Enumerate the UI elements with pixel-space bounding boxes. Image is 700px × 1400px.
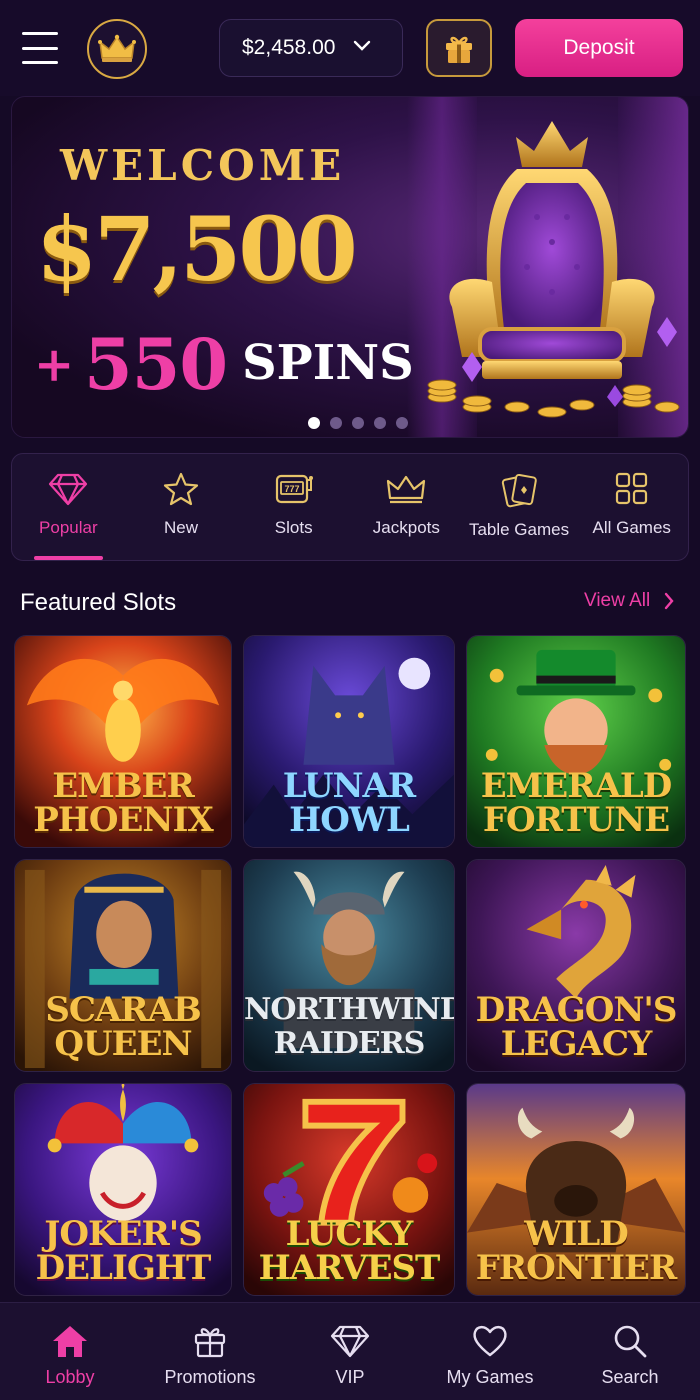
game-title: DRAGON'S LEGACY bbox=[475, 990, 678, 1064]
tab-label: Jackpots bbox=[372, 518, 440, 537]
search-icon bbox=[614, 1325, 647, 1358]
banner-welcome-text: WELCOME bbox=[60, 141, 346, 190]
tab-label: New bbox=[164, 518, 199, 537]
tab-slots[interactable]: 777 Slots bbox=[237, 454, 350, 560]
banner-spins-word: SPINS bbox=[242, 335, 414, 391]
nav-promotions[interactable]: Promotions bbox=[140, 1303, 280, 1400]
chevron-right-icon bbox=[664, 592, 674, 610]
game-title: LUNAR HOWL bbox=[282, 766, 416, 840]
grid-icon bbox=[615, 472, 647, 505]
game-title: NORTHWIND RAIDERS bbox=[244, 992, 455, 1061]
game-tile-wild-frontier[interactable]: WILD FRONTIER bbox=[466, 1083, 686, 1296]
bottom-navigation: Lobby Promotions VIP My Games Search bbox=[0, 1302, 700, 1400]
category-tabs: Popular New 777 Slots Jackpots Table Gam… bbox=[11, 453, 689, 561]
svg-text:777: 777 bbox=[284, 484, 299, 494]
carousel-dot[interactable] bbox=[352, 417, 364, 429]
gift-button[interactable] bbox=[426, 19, 492, 77]
section-title: Featured Slots bbox=[20, 589, 177, 616]
carousel-dot[interactable] bbox=[308, 417, 320, 429]
game-tile-lucky-harvest[interactable]: LUCKY HARVEST bbox=[243, 1083, 455, 1296]
game-tile-dragons-legacy[interactable]: DRAGON'S LEGACY bbox=[466, 859, 686, 1072]
game-tile-jokers-delight[interactable]: JOKER'S DELIGHT bbox=[14, 1083, 232, 1296]
menu-icon[interactable] bbox=[22, 32, 58, 64]
game-tile-ember-phoenix[interactable]: EMBER PHOENIX bbox=[14, 635, 232, 848]
diamond-icon bbox=[330, 1325, 370, 1358]
nav-my-games[interactable]: My Games bbox=[420, 1303, 560, 1400]
nav-vip[interactable]: VIP bbox=[280, 1303, 420, 1400]
carousel-dot[interactable] bbox=[396, 417, 408, 429]
home-icon bbox=[53, 1326, 87, 1357]
tab-label: All Games bbox=[592, 518, 671, 537]
tab-label: Table Games bbox=[468, 520, 570, 539]
tab-jackpots[interactable]: Jackpots bbox=[350, 454, 463, 560]
banner-spins-count: 550 bbox=[84, 323, 228, 406]
game-tile-northwind-raiders[interactable]: NORTHWIND RAIDERS bbox=[243, 859, 455, 1072]
nav-label: VIP bbox=[335, 1367, 365, 1387]
featured-slots-grid: EMBER PHOENIX LUNAR HOWL EMERALD FORTUNE… bbox=[14, 635, 686, 1296]
nav-search[interactable]: Search bbox=[560, 1303, 700, 1400]
heart-icon bbox=[473, 1325, 507, 1357]
carousel-dot[interactable] bbox=[374, 417, 386, 429]
game-title: EMBER PHOENIX bbox=[33, 766, 214, 840]
balance-amount: $2,458.00 bbox=[242, 36, 336, 59]
game-tile-emerald-fortune[interactable]: EMERALD FORTUNE bbox=[466, 635, 686, 848]
nav-label: Lobby bbox=[45, 1367, 95, 1387]
cards-icon bbox=[501, 473, 537, 508]
crown-logo-icon[interactable] bbox=[87, 19, 147, 79]
game-title: WILD FRONTIER bbox=[475, 1214, 677, 1288]
balance-selector[interactable]: $2,458.00 bbox=[219, 19, 403, 77]
gift-icon bbox=[194, 1328, 226, 1358]
game-title: LUCKY HARVEST bbox=[258, 1214, 441, 1288]
star-icon bbox=[163, 472, 199, 506]
tab-table-games[interactable]: Table Games bbox=[463, 454, 576, 560]
throne-illustration bbox=[427, 121, 680, 418]
chevron-down-icon bbox=[353, 39, 371, 57]
game-tile-scarab-queen[interactable]: SCARAB QUEEN bbox=[14, 859, 232, 1072]
game-title: JOKER'S DELIGHT bbox=[35, 1214, 212, 1288]
tab-all-games[interactable]: All Games bbox=[575, 454, 688, 560]
carousel-indicators[interactable] bbox=[12, 417, 688, 429]
slot-machine-icon: 777 bbox=[275, 474, 313, 504]
view-all-label: View All bbox=[584, 590, 651, 611]
nav-label: My Games bbox=[446, 1367, 534, 1387]
gift-icon bbox=[446, 36, 472, 63]
nav-label: Promotions bbox=[164, 1367, 256, 1387]
crown-icon bbox=[387, 475, 426, 504]
tab-label: Slots bbox=[274, 518, 313, 537]
game-title: SCARAB QUEEN bbox=[45, 990, 201, 1064]
nav-lobby[interactable]: Lobby bbox=[0, 1303, 140, 1400]
banner-plus: + bbox=[34, 337, 75, 393]
tab-new[interactable]: New bbox=[125, 454, 238, 560]
carousel-dot[interactable] bbox=[330, 417, 342, 429]
top-header: $2,458.00 Deposit bbox=[0, 0, 700, 96]
welcome-bonus-banner[interactable]: WELCOME $7,500 + 550 SPINS bbox=[11, 96, 689, 438]
banner-bonus-amount: $7,500 bbox=[36, 197, 358, 301]
game-tile-lunar-howl[interactable]: LUNAR HOWL bbox=[243, 635, 455, 848]
tab-popular[interactable]: Popular bbox=[12, 454, 125, 560]
game-title: EMERALD FORTUNE bbox=[480, 766, 672, 840]
diamond-icon bbox=[49, 473, 88, 506]
tab-label: Popular bbox=[39, 518, 98, 537]
deposit-button[interactable]: Deposit bbox=[515, 19, 683, 77]
view-all-link[interactable]: View All bbox=[584, 590, 674, 612]
nav-label: Search bbox=[601, 1367, 659, 1387]
